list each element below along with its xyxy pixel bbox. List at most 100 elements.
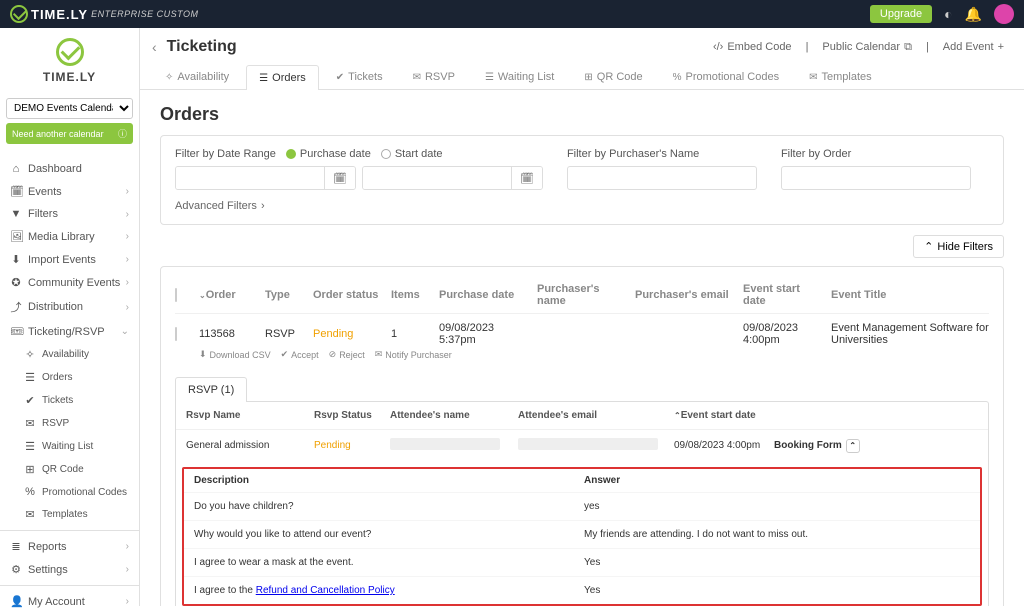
sidebar-item-media-library[interactable]: 🖼Media Library› <box>0 225 139 248</box>
nav-label: QR Code <box>42 464 84 475</box>
accept-link[interactable]: ✔Accept <box>281 349 319 360</box>
sidebar-item-community-events[interactable]: ✪Community Events› <box>0 271 139 294</box>
page-title: Ticketing <box>167 38 237 56</box>
sidebar-item-tickets[interactable]: ✔Tickets <box>0 389 139 412</box>
booking-form-toggle[interactable]: Booking Form⌃ <box>774 439 978 453</box>
col-items[interactable]: Items <box>391 289 431 301</box>
date-from-input[interactable] <box>176 167 324 189</box>
sidebar-item-qr-code[interactable]: ⊞QR Code <box>0 458 139 481</box>
col-type[interactable]: Type <box>265 289 305 301</box>
tab-availability[interactable]: ✧Availability <box>152 64 242 89</box>
nav-label: Filters <box>28 208 58 220</box>
back-icon[interactable]: ‹ <box>152 39 157 55</box>
radio-start-date[interactable]: Start date <box>381 148 443 160</box>
tab-label: QR Code <box>597 71 643 83</box>
avatar[interactable] <box>994 4 1014 24</box>
sidebar-item-rsvp[interactable]: ✉RSVP <box>0 412 139 435</box>
sidebar-item-distribution[interactable]: ⤴Distribution› <box>0 294 139 320</box>
add-event-link[interactable]: Add Event+ <box>943 41 1004 53</box>
date-from-picker[interactable]: 🗓 <box>324 167 355 189</box>
tab-tickets[interactable]: ✔Tickets <box>323 64 396 89</box>
date-to-picker[interactable]: 🗓 <box>511 167 542 189</box>
nav-icon: ✉ <box>24 417 36 430</box>
sidebar-item-settings[interactable]: ⚙Settings› <box>0 558 139 581</box>
col-order[interactable]: ⌄Order <box>199 289 257 301</box>
rsvp-status: Pending <box>314 440 390 451</box>
tab-icon: ⊞ <box>584 72 592 83</box>
tab-label: RSVP <box>425 71 455 83</box>
qa-row: I agree to the Refund and Cancellation P… <box>184 576 980 604</box>
order-items: 1 <box>391 328 431 340</box>
col-event-title[interactable]: Event Title <box>831 289 989 301</box>
sidebar-item-templates[interactable]: ✉Templates <box>0 503 139 526</box>
tab-icon: % <box>673 72 682 83</box>
download-csv-link[interactable]: ⬇Download CSV <box>199 349 271 360</box>
qa-answer: yes <box>584 501 970 512</box>
help-icon[interactable]: ◐ <box>944 6 952 22</box>
col-status[interactable]: Order status <box>313 289 383 301</box>
date-to-input[interactable] <box>363 167 511 189</box>
col-purchaser-name[interactable]: Purchaser's name <box>537 283 627 307</box>
nav-icon: ▼ <box>10 208 22 220</box>
chevron-right-icon: › <box>126 541 129 552</box>
sidebar-item-events[interactable]: 🗓Events› <box>0 180 139 203</box>
reject-link[interactable]: ⊘Reject <box>329 349 365 360</box>
hide-filters-button[interactable]: ⌃Hide Filters <box>913 235 1004 258</box>
sidebar-item-availability[interactable]: ✧Availability <box>0 343 139 366</box>
notify-link[interactable]: ✉Notify Purchaser <box>375 349 452 360</box>
tab-icon: ☰ <box>485 72 494 83</box>
sidebar-item-my-account[interactable]: 👤My Account› <box>0 590 139 613</box>
tab-icon: ✉ <box>413 72 421 83</box>
select-all-checkbox[interactable] <box>175 288 177 302</box>
nav-icon: 🎟 <box>10 325 22 338</box>
sidebar-item-promotional-codes[interactable]: %Promotional Codes <box>0 481 139 503</box>
tab-icon: ☰ <box>259 73 268 84</box>
advanced-filters-link[interactable]: Advanced Filters› <box>175 200 265 212</box>
topbar-left: TIME.LY ENTERPRISE CUSTOM <box>10 5 198 23</box>
sidebar-item-reports[interactable]: ≣Reports› <box>0 535 139 558</box>
tab-rsvp[interactable]: ✉ RSVP <box>400 64 468 89</box>
chevron-down-icon: ⌄ <box>121 326 129 337</box>
cancel-icon: ⊘ <box>329 349 337 360</box>
rsvp-detail: RSVP (1) Rsvp Name Rsvp Status Attendee'… <box>175 376 989 606</box>
order-input[interactable] <box>781 166 971 190</box>
chevron-right-icon: › <box>126 564 129 575</box>
col-purchaser-email[interactable]: Purchaser's email <box>635 289 735 301</box>
tab-templates[interactable]: ✉Templates <box>796 64 885 89</box>
radio-purchase-date[interactable]: Purchase date <box>286 148 371 160</box>
sidebar-item-ticketing-rsvp[interactable]: 🎟Ticketing/RSVP⌄ <box>0 320 139 343</box>
tab-qr-code[interactable]: ⊞ QR Code <box>571 64 655 89</box>
tab-promotional-codes[interactable]: % Promotional Codes <box>660 64 792 89</box>
calendar-select[interactable]: DEMO Events Calendar (M... <box>6 98 133 119</box>
tab-waiting-list[interactable]: ☰Waiting List <box>472 64 567 89</box>
sidebar-item-dashboard[interactable]: ⌂Dashboard <box>0 158 139 180</box>
upgrade-button[interactable]: Upgrade <box>870 5 932 23</box>
sidebar-item-waiting-list[interactable]: ☰Waiting List <box>0 435 139 458</box>
bell-icon[interactable]: 🔔 <box>965 6 982 23</box>
nav-icon: 🗓 <box>10 185 22 198</box>
public-calendar-link[interactable]: Public Calendar⧉ <box>822 41 912 54</box>
nav-icon: ✪ <box>10 276 22 289</box>
rsvp-tab[interactable]: RSVP (1) <box>175 377 247 402</box>
chevron-right-icon: › <box>126 596 129 607</box>
sidebar-item-orders[interactable]: ☰Orders <box>0 366 139 389</box>
order-id[interactable]: 113568 <box>199 328 257 340</box>
rsvp-col-event-start[interactable]: ⌃Event start date <box>674 410 774 421</box>
need-calendar-button[interactable]: Need another calendar ⓘ <box>6 123 133 144</box>
sidebar-item-filters[interactable]: ▼Filters› <box>0 203 139 225</box>
orders-table-header: ⌄Order Type Order status Items Purchase … <box>175 277 989 313</box>
col-purchase-date[interactable]: Purchase date <box>439 289 529 301</box>
rsvp-col-attendee-name: Attendee's name <box>390 410 518 421</box>
row-checkbox[interactable] <box>175 327 177 341</box>
rsvp-col-status: Rsvp Status <box>314 410 390 421</box>
sidebar-item-import-events[interactable]: ⬇Import Events› <box>0 248 139 271</box>
plus-icon: + <box>998 41 1004 53</box>
tab-orders[interactable]: ☰Orders <box>246 65 319 90</box>
tab-label: Promotional Codes <box>686 71 780 83</box>
orders-panel: ⌄Order Type Order status Items Purchase … <box>160 266 1004 606</box>
chevron-right-icon: › <box>126 302 129 313</box>
embed-link[interactable]: ‹/›Embed Code <box>713 41 792 53</box>
filter-panel: Filter by Date Range Purchase date Start… <box>160 135 1004 225</box>
purchaser-name-input[interactable] <box>567 166 757 190</box>
col-event-start[interactable]: Event start date <box>743 283 823 307</box>
